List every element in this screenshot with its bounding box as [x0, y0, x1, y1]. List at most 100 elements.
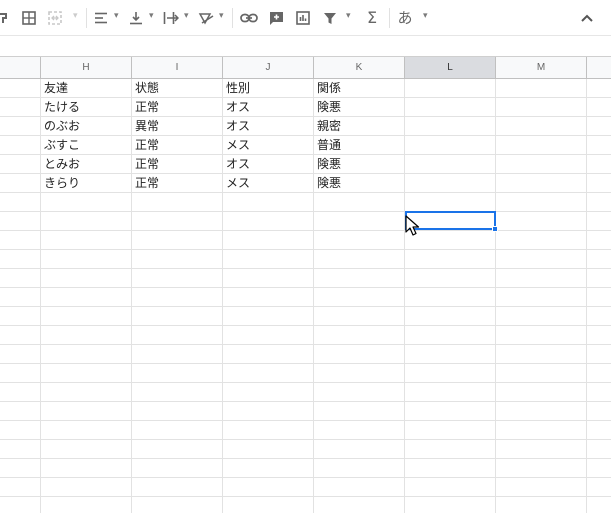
- grid-cell[interactable]: [587, 269, 611, 288]
- grid-cell[interactable]: [132, 345, 223, 364]
- grid-cell[interactable]: [0, 250, 41, 269]
- grid-cell[interactable]: [496, 231, 587, 250]
- horizontal-align-dropdown-icon[interactable]: ▾: [114, 11, 119, 21]
- grid-cell[interactable]: [41, 497, 132, 513]
- grid-cell[interactable]: [132, 307, 223, 326]
- grid-cell[interactable]: [405, 193, 496, 212]
- grid-cell[interactable]: [41, 478, 132, 497]
- grid-cell[interactable]: [496, 117, 587, 136]
- grid-cell[interactable]: [132, 326, 223, 345]
- grid-cell[interactable]: [496, 155, 587, 174]
- grid-cell[interactable]: [223, 212, 314, 231]
- grid-cell[interactable]: [405, 497, 496, 513]
- grid-cell[interactable]: [41, 288, 132, 307]
- grid-cell[interactable]: [132, 497, 223, 513]
- grid-cell[interactable]: [405, 136, 496, 155]
- column-header-J[interactable]: J: [223, 57, 314, 79]
- grid-cell[interactable]: [496, 383, 587, 402]
- grid-cell[interactable]: [405, 307, 496, 326]
- grid-cell[interactable]: [0, 98, 41, 117]
- grid-cell[interactable]: [587, 478, 611, 497]
- grid-cell[interactable]: [223, 269, 314, 288]
- grid-cell[interactable]: [0, 269, 41, 288]
- text-rotation-dropdown-icon[interactable]: ▾: [219, 11, 224, 21]
- column-header-L[interactable]: L: [405, 57, 496, 79]
- grid-cell[interactable]: [496, 98, 587, 117]
- grid-cell[interactable]: [314, 193, 405, 212]
- grid-cell[interactable]: [0, 307, 41, 326]
- grid-cell[interactable]: [405, 402, 496, 421]
- grid-cell[interactable]: [587, 117, 611, 136]
- grid-cell[interactable]: [405, 326, 496, 345]
- insert-comment-icon[interactable]: [266, 6, 286, 30]
- grid-cell[interactable]: [405, 459, 496, 478]
- grid-cell[interactable]: [0, 364, 41, 383]
- grid-cell[interactable]: [314, 231, 405, 250]
- grid-cell[interactable]: [41, 421, 132, 440]
- grid-cell[interactable]: [41, 364, 132, 383]
- paint-format-icon[interactable]: [0, 6, 10, 30]
- vertical-align-icon[interactable]: [127, 6, 145, 30]
- column-header-K[interactable]: K: [314, 57, 405, 79]
- grid-cell[interactable]: [587, 288, 611, 307]
- grid-cell[interactable]: [132, 459, 223, 478]
- grid-cell[interactable]: [314, 288, 405, 307]
- fill-handle[interactable]: [492, 226, 498, 232]
- grid-cell[interactable]: [496, 79, 587, 98]
- cell-gender[interactable]: オス: [223, 155, 314, 174]
- grid-cell[interactable]: [223, 402, 314, 421]
- grid-cell[interactable]: [314, 364, 405, 383]
- grid-cell[interactable]: [223, 440, 314, 459]
- grid-cell[interactable]: [587, 383, 611, 402]
- cell-status[interactable]: 正常: [132, 98, 223, 117]
- cell-relation[interactable]: 普通: [314, 136, 405, 155]
- insert-chart-icon[interactable]: [293, 6, 313, 30]
- grid-cell[interactable]: [405, 155, 496, 174]
- header-cell-relation[interactable]: 関係: [314, 79, 405, 98]
- grid-cell[interactable]: [41, 231, 132, 250]
- grid-cell[interactable]: [0, 478, 41, 497]
- grid-cell[interactable]: [132, 421, 223, 440]
- grid-cell[interactable]: [496, 193, 587, 212]
- grid-cell[interactable]: [496, 364, 587, 383]
- grid-cell[interactable]: [496, 174, 587, 193]
- grid-cell[interactable]: [223, 250, 314, 269]
- spreadsheet-grid[interactable]: H I J K L M 友達 状態 性別 関係 たける 正常 オス 険悪 のぶお…: [0, 57, 611, 513]
- cell-friend[interactable]: とみお: [41, 155, 132, 174]
- grid-cell[interactable]: [223, 421, 314, 440]
- grid-cell[interactable]: [496, 269, 587, 288]
- grid-cell[interactable]: [132, 250, 223, 269]
- grid-cell[interactable]: [0, 79, 41, 98]
- grid-cell[interactable]: [0, 212, 41, 231]
- grid-cell[interactable]: [223, 307, 314, 326]
- grid-cell[interactable]: [0, 440, 41, 459]
- cell-friend[interactable]: のぶお: [41, 117, 132, 136]
- grid-cell[interactable]: [405, 478, 496, 497]
- merge-cells-icon[interactable]: [46, 6, 64, 30]
- grid-cell[interactable]: [223, 345, 314, 364]
- grid-cell[interactable]: [0, 345, 41, 364]
- grid-cell[interactable]: [0, 288, 41, 307]
- column-header-M[interactable]: M: [496, 57, 587, 79]
- grid-cell[interactable]: [41, 402, 132, 421]
- input-tools-dropdown-icon[interactable]: ▾: [423, 11, 428, 21]
- grid-cell[interactable]: [41, 345, 132, 364]
- grid-cell[interactable]: [223, 364, 314, 383]
- cell-gender[interactable]: オス: [223, 117, 314, 136]
- header-cell-status[interactable]: 状態: [132, 79, 223, 98]
- text-wrapping-icon[interactable]: [162, 6, 180, 30]
- grid-cell[interactable]: [587, 250, 611, 269]
- grid-cell[interactable]: [223, 383, 314, 402]
- grid-cell[interactable]: [587, 326, 611, 345]
- grid-cell[interactable]: [587, 79, 611, 98]
- grid-cell[interactable]: [41, 269, 132, 288]
- filter-icon[interactable]: [321, 6, 339, 30]
- grid-cell[interactable]: [405, 117, 496, 136]
- grid-cell[interactable]: [314, 250, 405, 269]
- grid-cell[interactable]: [587, 421, 611, 440]
- cell-friend[interactable]: きらり: [41, 174, 132, 193]
- grid-cell[interactable]: [41, 250, 132, 269]
- grid-cell[interactable]: [405, 269, 496, 288]
- grid-cell[interactable]: [223, 326, 314, 345]
- grid-cell[interactable]: [496, 478, 587, 497]
